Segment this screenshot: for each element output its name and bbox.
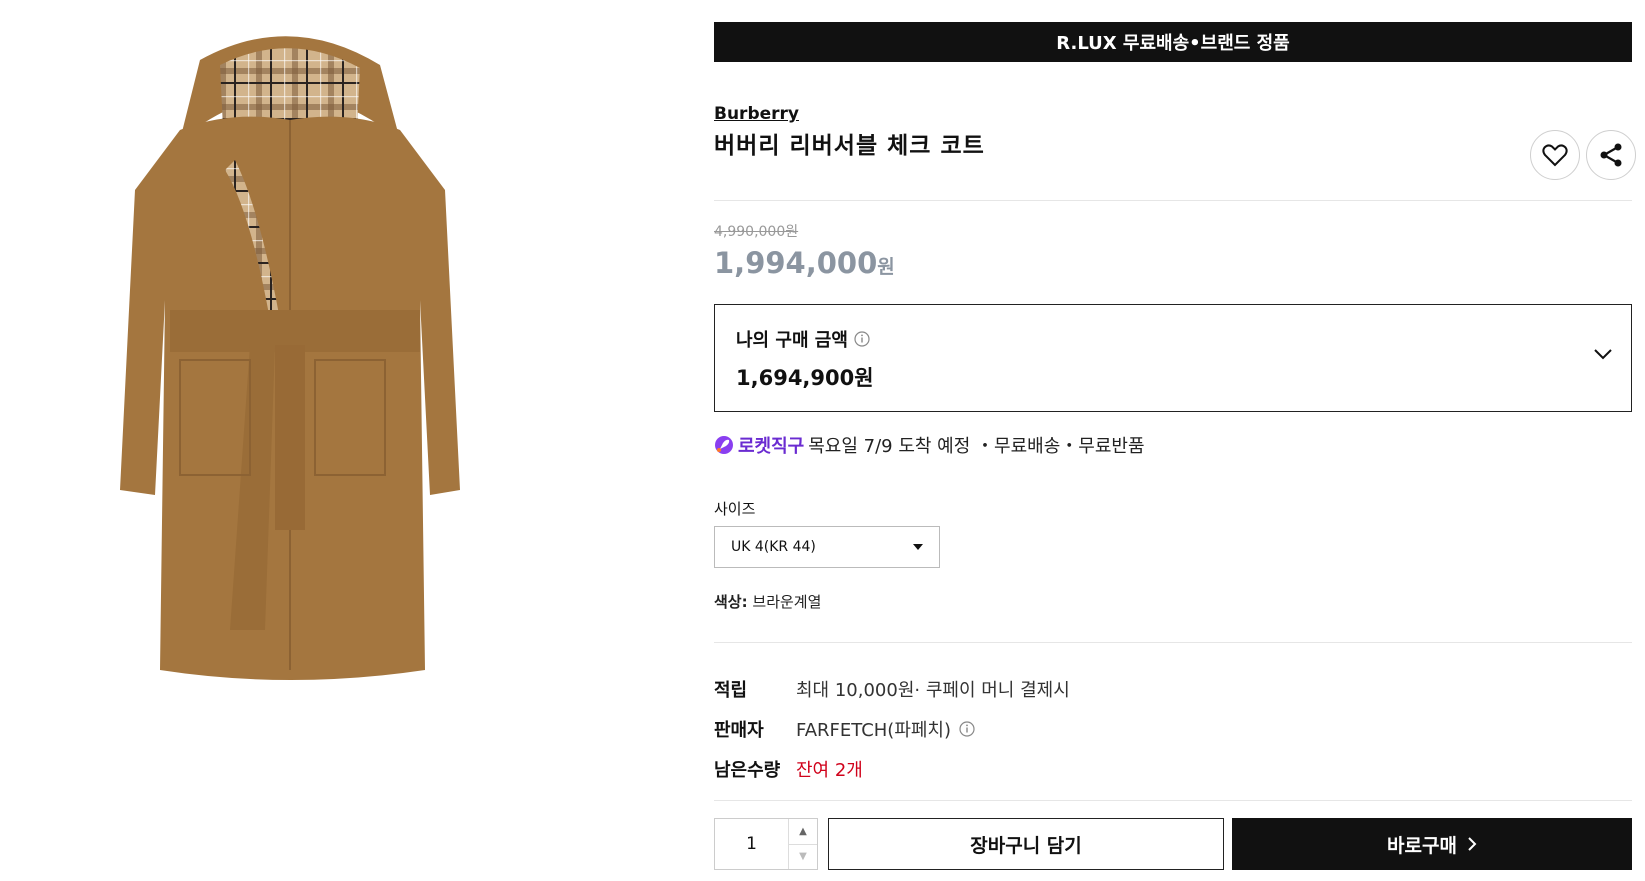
original-price: 4,990,000원	[714, 224, 799, 240]
chevron-right-icon	[1468, 837, 1477, 851]
my-price-label-row: 나의 구매 금액	[736, 326, 870, 352]
quantity-increase-icon[interactable]: ▲	[789, 819, 817, 844]
chevron-down-icon	[1594, 349, 1612, 360]
size-selected: UK 4(KR 44)	[731, 539, 816, 555]
stock-value: 잔여 2개	[796, 760, 863, 781]
buy-now-button[interactable]: 바로구매	[1232, 818, 1632, 870]
product-title: 버버리 리버서블 체크 코트	[714, 133, 985, 159]
buy-now-label: 바로구매	[1387, 834, 1457, 857]
divider	[714, 800, 1632, 801]
divider	[714, 200, 1632, 201]
my-price-label: 나의 구매 금액	[736, 330, 848, 351]
quantity-stepper[interactable]: 1 ▲ ▼	[714, 818, 818, 870]
seller-value-wrap: FARFETCH(파페치)	[796, 716, 975, 742]
size-select[interactable]: UK 4(KR 44)	[714, 526, 940, 568]
sale-price-unit: 원	[877, 256, 895, 278]
promo-banner: R.LUX 무료배송•브랜드 정품	[714, 22, 1632, 62]
points-value: 최대 10,000원· 쿠페이 머니 결제시	[796, 680, 1070, 701]
add-to-cart-label: 장바구니 담기	[970, 834, 1082, 857]
delivery-info: 로켓직구 목요일 7/9 도착 예정 ・무료배송・무료반품	[714, 432, 1145, 458]
rocket-direct-badge: 로켓직구	[738, 436, 805, 457]
promo-banner-text: R.LUX 무료배송•브랜드 정품	[1056, 33, 1290, 54]
caret-down-icon	[913, 544, 923, 550]
wishlist-button[interactable]	[1530, 130, 1580, 180]
brand-link[interactable]: Burberry	[714, 104, 799, 124]
quantity-decrease-icon[interactable]: ▼	[789, 843, 817, 870]
my-price-box[interactable]: 나의 구매 금액 1,694,900원	[714, 304, 1632, 412]
quantity-steps: ▲ ▼	[788, 819, 817, 869]
expand-button[interactable]	[1593, 345, 1613, 364]
heart-icon	[1542, 144, 1568, 167]
color-value: 브라운계열	[752, 593, 822, 611]
color-row: 색상: 브라운계열	[714, 591, 821, 612]
share-icon	[1600, 143, 1622, 167]
seller-key: 판매자	[714, 720, 764, 741]
my-price-amount: 1,694,900원	[736, 366, 874, 390]
seller-value[interactable]: FARFETCH(파페치)	[796, 716, 951, 742]
rocket-icon	[715, 436, 733, 454]
color-label: 색상:	[714, 593, 748, 611]
add-to-cart-button[interactable]: 장바구니 담기	[828, 818, 1224, 870]
sale-price-value: 1,994,000	[714, 246, 878, 280]
points-row: 적립 최대 10,000원· 쿠페이 머니 결제시	[714, 676, 1070, 702]
sale-price: 1,994,000원	[714, 246, 895, 280]
quantity-value[interactable]: 1	[715, 819, 788, 869]
stock-key: 남은수량	[714, 760, 781, 781]
share-button[interactable]	[1586, 130, 1636, 180]
product-image[interactable]	[100, 20, 480, 700]
delivery-text: 목요일 7/9 도착 예정 ・무료배송・무료반품	[808, 436, 1145, 457]
info-icon[interactable]	[854, 331, 870, 347]
info-icon[interactable]	[959, 721, 975, 737]
seller-row: 판매자 FARFETCH(파페치)	[714, 716, 975, 742]
stock-row: 남은수량 잔여 2개	[714, 756, 863, 782]
coat-image	[120, 36, 460, 680]
points-key: 적립	[714, 680, 748, 701]
size-label: 사이즈	[714, 500, 756, 518]
divider	[714, 642, 1632, 643]
